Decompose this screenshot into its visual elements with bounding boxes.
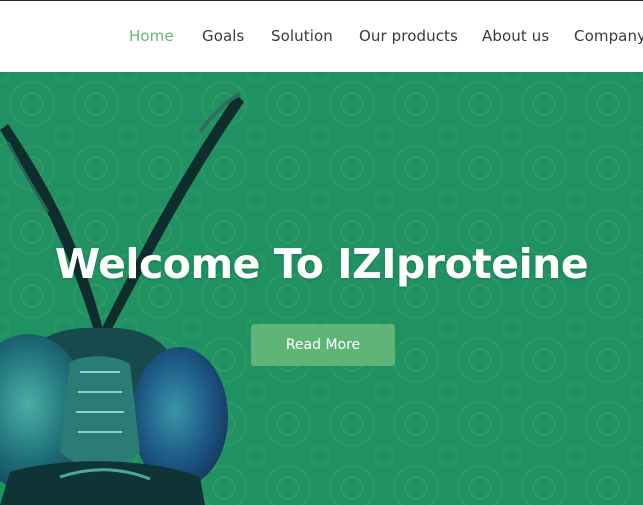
nav-item-about-us[interactable]: About us (482, 27, 549, 45)
nav-item-solution[interactable]: Solution (271, 27, 333, 45)
hero-background-image (0, 72, 643, 505)
read-more-button[interactable]: Read More (251, 324, 395, 366)
nav-item-goals[interactable]: Goals (202, 27, 244, 45)
hero-banner: Welcome To IZIproteine Read More (0, 72, 643, 505)
nav-item-our-products[interactable]: Our products (359, 27, 458, 45)
top-navigation: Home Goals Solution Our products About u… (0, 0, 643, 72)
hero-title: Welcome To IZIproteine (54, 240, 589, 288)
nav-item-home[interactable]: Home (129, 27, 174, 45)
nav-item-company[interactable]: Company (574, 27, 643, 45)
